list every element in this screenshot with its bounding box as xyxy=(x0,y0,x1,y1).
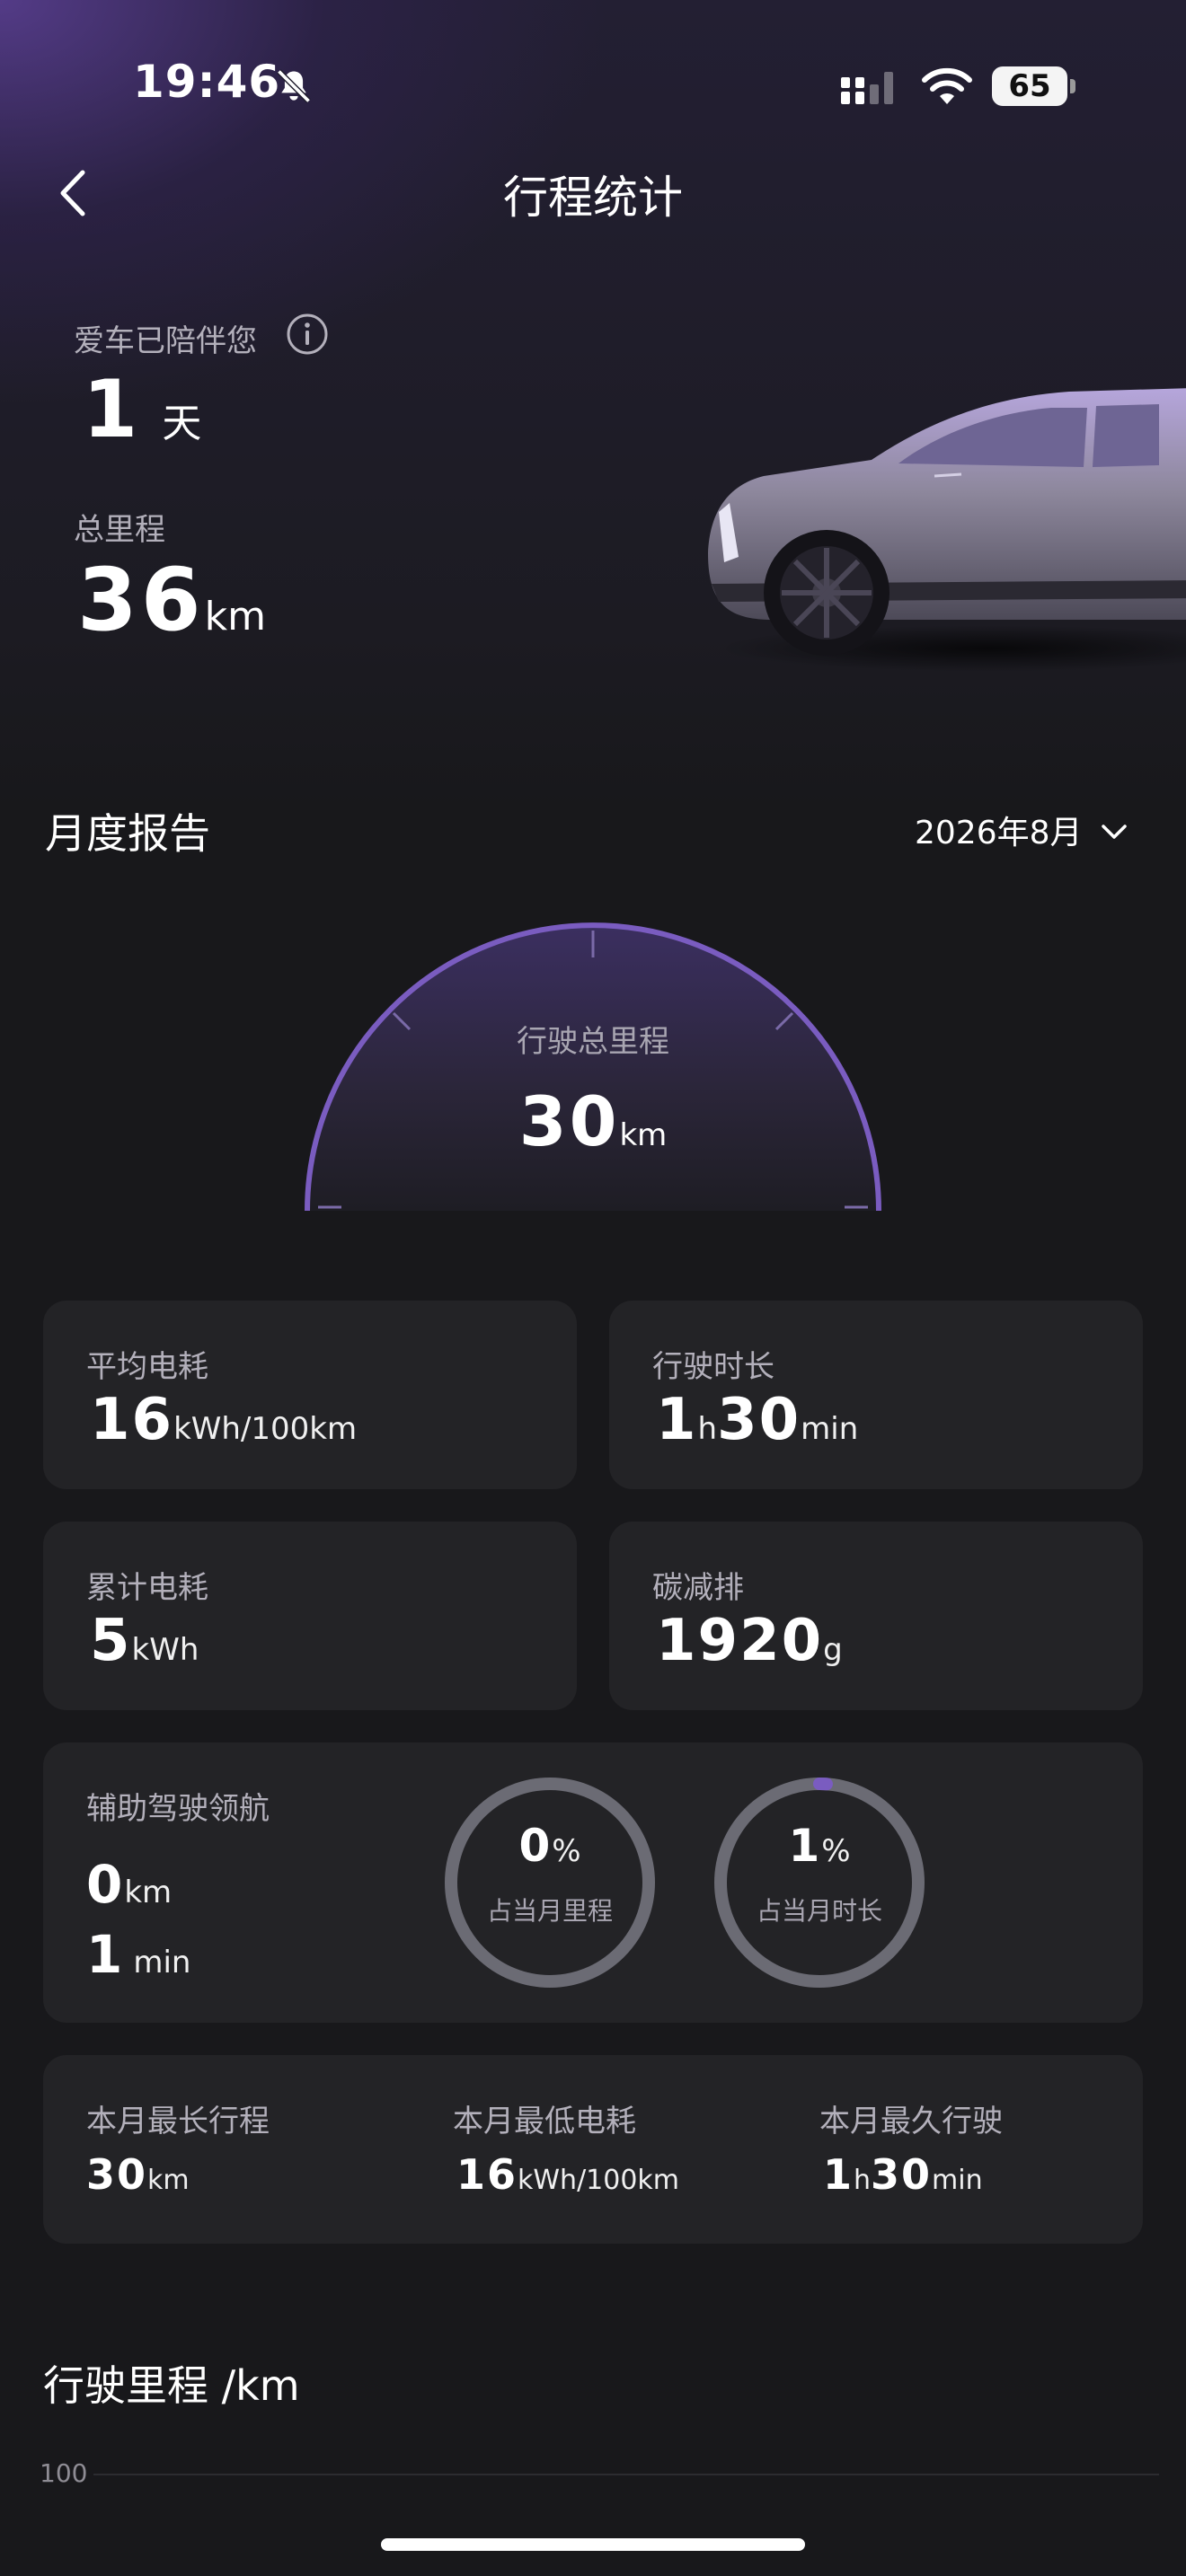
lowest-consumption-row: 16kWh/100km xyxy=(456,2150,679,2199)
total-mileage-label: 总里程 xyxy=(74,512,165,548)
cellular-signal-icon xyxy=(841,72,893,104)
longest-trip-label: 本月最长行程 xyxy=(86,2104,270,2139)
mileage-share-caption: 占当月里程 xyxy=(486,1896,613,1926)
gauge-value: 30km xyxy=(0,1081,1186,1161)
total-mileage-value: 36 xyxy=(77,550,205,650)
lowest-consumption-value: 16 xyxy=(456,2150,518,2199)
gauge-value-number: 30 xyxy=(518,1081,620,1161)
driving-time-label: 行驶时长 xyxy=(652,1349,774,1385)
home-indicator[interactable] xyxy=(381,2538,805,2551)
carbon-label: 碳减排 xyxy=(652,1570,744,1606)
avg-consumption-label: 平均电耗 xyxy=(86,1349,208,1385)
lowest-consumption-label: 本月最低电耗 xyxy=(453,2104,636,2139)
monthly-records-card: 本月最长行程 30km 本月最低电耗 16kWh/100km 本月最久行驶 1h… xyxy=(43,2055,1143,2244)
total-consumption-unit: kWh xyxy=(131,1632,199,1668)
total-consumption-card: 累计电耗 5kWh xyxy=(43,1522,577,1710)
total-mileage: 36km xyxy=(77,550,266,650)
assisted-time-value: 1 xyxy=(86,1924,125,1985)
avg-consumption-value-row: 16kWh/100km xyxy=(90,1387,357,1453)
mileage-gauge xyxy=(305,922,881,1212)
companion-label: 爱车已陪伴您 xyxy=(74,323,257,359)
chart-y-tick: 100 xyxy=(40,2458,88,2488)
companion-days-value: 1 xyxy=(83,363,138,455)
assisted-time-row: 1 min xyxy=(86,1924,190,1985)
mileage-share-unit: % xyxy=(552,1833,581,1869)
chart-gridline xyxy=(93,2474,1159,2475)
longest-trip-unit: km xyxy=(147,2165,190,2196)
avg-consumption-card: 平均电耗 16kWh/100km xyxy=(43,1301,577,1489)
chevron-down-icon[interactable] xyxy=(1098,816,1130,848)
driving-time-value-row: 1h30min xyxy=(656,1387,858,1453)
avg-consumption-value: 16 xyxy=(90,1387,174,1453)
month-selector[interactable]: 2026年8月 xyxy=(915,807,1083,853)
longest-drive-hours: 1 xyxy=(823,2150,854,2199)
mileage-share-ring xyxy=(445,1778,655,1988)
companion-days-unit: 天 xyxy=(162,401,202,446)
carbon-unit: g xyxy=(823,1632,843,1668)
time-share-unit: % xyxy=(821,1833,851,1869)
status-time: 19:46 xyxy=(133,56,281,108)
total-mileage-unit: km xyxy=(204,594,266,640)
time-share-caption: 占当月时长 xyxy=(756,1896,882,1926)
car-image xyxy=(708,388,1186,672)
mileage-chart-title: 行驶里程 /km xyxy=(43,2361,300,2410)
driving-time-hours: 1 xyxy=(656,1387,698,1453)
lowest-consumption-unit: kWh/100km xyxy=(518,2165,680,2196)
companion-days: 1 天 xyxy=(83,363,201,455)
gauge-value-unit: km xyxy=(619,1117,668,1153)
driving-time-card: 行驶时长 1h30min xyxy=(609,1301,1143,1489)
longest-trip-row: 30km xyxy=(86,2150,190,2199)
driving-time-h-unit: h xyxy=(697,1411,718,1447)
wifi-icon xyxy=(922,67,972,104)
longest-drive-h-unit: h xyxy=(854,2165,872,2196)
total-consumption-value: 5 xyxy=(90,1608,132,1674)
assisted-driving-card: 辅助驾驶领航 0km 1 min 0% 占当月里程 1% 占当月时长 xyxy=(43,1742,1143,2023)
bell-muted-icon xyxy=(277,69,311,103)
longest-drive-minutes: 30 xyxy=(871,2150,933,2199)
mileage-share-value: 0% xyxy=(442,1820,658,1872)
assisted-driving-label: 辅助驾驶领航 xyxy=(86,1791,270,1827)
time-share-value: 1% xyxy=(712,1820,927,1872)
assisted-distance-row: 0km xyxy=(86,1854,172,1915)
mileage-share-number: 0 xyxy=(518,1820,553,1872)
longest-drive-min-unit: min xyxy=(932,2165,983,2196)
total-consumption-label: 累计电耗 xyxy=(86,1570,208,1606)
page-title: 行程统计 xyxy=(503,172,683,224)
avg-consumption-unit: kWh/100km xyxy=(173,1411,358,1447)
driving-time-min-unit: min xyxy=(801,1411,859,1447)
trip-statistics-screen: 19:46 65 行程统计 爱车已陪伴您 1 天 总里程 36km 月度报告 2… xyxy=(0,0,1186,2576)
total-consumption-value-row: 5kWh xyxy=(90,1608,199,1674)
carbon-card: 碳减排 1920g xyxy=(609,1522,1143,1710)
carbon-value-row: 1920g xyxy=(656,1608,843,1674)
longest-trip-value: 30 xyxy=(86,2150,148,2199)
gauge-label: 行驶总里程 xyxy=(517,1024,669,1060)
driving-time-minutes: 30 xyxy=(717,1387,801,1453)
assisted-distance-unit: km xyxy=(124,1875,173,1910)
assisted-time-unit: min xyxy=(133,1945,191,1981)
monthly-report-title: 月度报告 xyxy=(45,809,210,858)
longest-drive-label: 本月最久行驶 xyxy=(819,2104,1003,2139)
time-share-number: 1 xyxy=(788,1820,822,1872)
longest-drive-row: 1h30min xyxy=(823,2150,983,2199)
assisted-distance-value: 0 xyxy=(86,1854,125,1915)
battery-tip xyxy=(1070,79,1075,93)
time-share-ring xyxy=(714,1778,925,1988)
carbon-value: 1920 xyxy=(656,1608,824,1674)
battery-indicator: 65 xyxy=(992,66,1067,106)
info-icon[interactable] xyxy=(286,313,329,356)
